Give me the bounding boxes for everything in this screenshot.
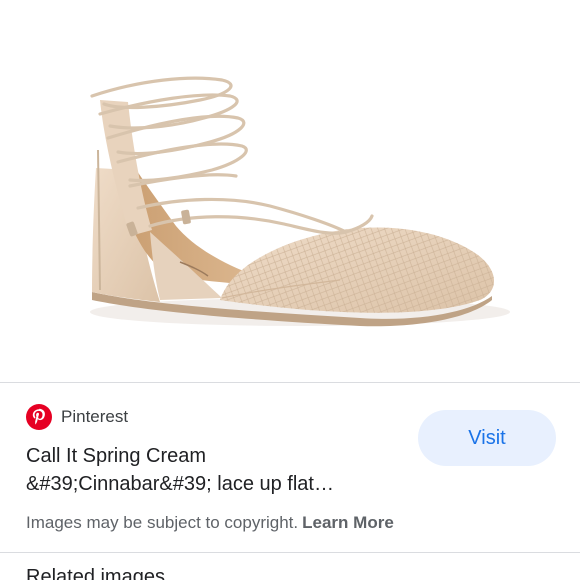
result-title-line2[interactable]: &#39;Cinnabar&#39; lace up flat…	[26, 470, 396, 498]
pinterest-logo-icon	[26, 404, 52, 430]
source-attribution[interactable]: Pinterest	[26, 403, 128, 431]
shoe-image-graphic	[90, 76, 510, 327]
copyright-text: Images may be subject to copyright.	[26, 513, 299, 532]
copyright-notice: Images may be subject to copyright. Learn…	[26, 513, 394, 533]
source-name[interactable]: Pinterest	[61, 407, 128, 427]
visit-button[interactable]: Visit	[418, 410, 556, 466]
related-images-heading: Related images	[26, 566, 165, 580]
divider	[0, 552, 580, 553]
result-title-line1[interactable]: Call It Spring Cream	[26, 442, 396, 470]
result-title[interactable]: Call It Spring Cream &#39;Cinnabar&#39; …	[26, 442, 396, 498]
image-preview-panel: Pinterest Call It Spring Cream &#39;Cinn…	[0, 0, 580, 580]
divider	[0, 382, 580, 383]
product-image[interactable]	[0, 0, 580, 382]
learn-more-link[interactable]: Learn More	[302, 513, 394, 532]
